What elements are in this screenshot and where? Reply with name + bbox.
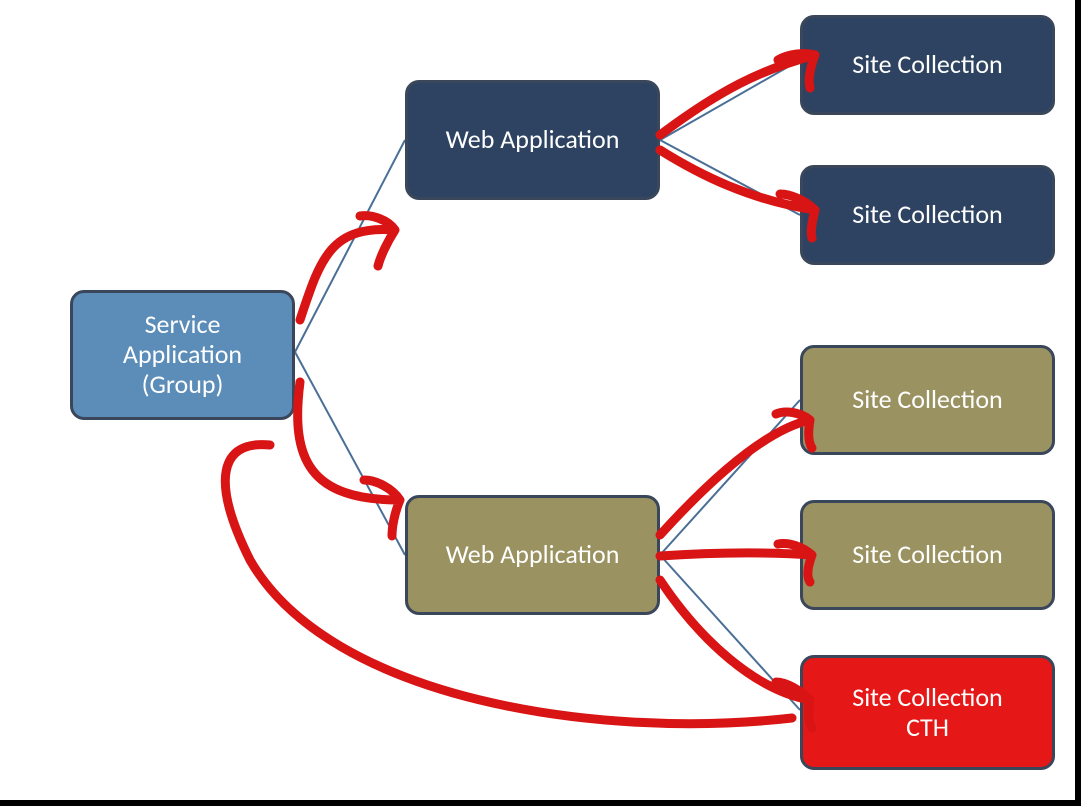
node-service-application-group: ServiceApplication(Group) [70,290,295,420]
node-label: Web Application [446,540,620,570]
node-label: Web Application [446,125,620,155]
node-site-collection-b2: Site Collection [800,500,1055,610]
node-web-application-b: Web Application [405,495,660,615]
node-label: ServiceApplication(Group) [123,310,242,400]
node-label: Site Collection [852,50,1002,80]
node-label: Site Collection [852,200,1002,230]
node-site-collection-cth: Site CollectionCTH [800,655,1055,770]
node-web-application-a: Web Application [405,80,660,200]
node-label: Site Collection [852,540,1002,570]
node-label: Site Collection [852,385,1002,415]
node-site-collection-a1: Site Collection [800,15,1055,115]
node-site-collection-a2: Site Collection [800,165,1055,265]
node-label: Site CollectionCTH [852,683,1002,743]
diagram-canvas: { "nodes": { "root": {"label": "Service\… [0,0,1081,806]
node-site-collection-b1: Site Collection [800,345,1055,455]
